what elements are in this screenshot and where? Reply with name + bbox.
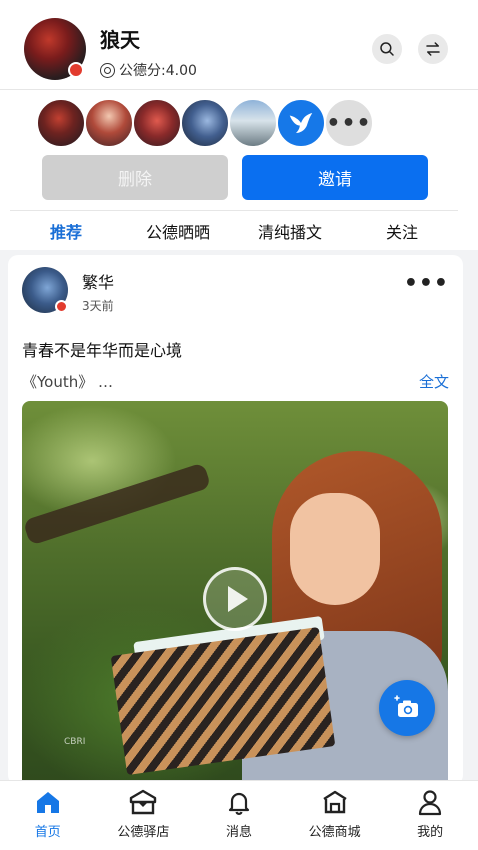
play-button[interactable] — [203, 567, 267, 631]
bell-icon — [228, 792, 250, 815]
delete-button[interactable]: 删除 — [42, 155, 228, 200]
friend-avatar[interactable] — [84, 98, 134, 148]
nav-profile[interactable]: 我的 — [382, 781, 478, 850]
media-watermark: CBRI — [64, 737, 86, 747]
invite-button[interactable]: 邀请 — [242, 155, 428, 200]
nav-mall-label: 公德商城 — [308, 825, 361, 840]
score-icon — [100, 62, 115, 78]
friend-avatar[interactable] — [132, 98, 182, 148]
camera-plus-icon — [394, 695, 418, 717]
tab-recommend[interactable]: 推荐 — [10, 211, 122, 250]
more-dots-icon: ••• — [326, 110, 372, 136]
tree-branch — [22, 462, 212, 546]
store-icon — [130, 789, 157, 815]
home-icon — [36, 792, 59, 813]
post-more-button[interactable]: ••• — [404, 273, 449, 295]
post-video[interactable]: CBRI — [22, 401, 448, 785]
nav-messages-label: 消息 — [225, 825, 252, 840]
search-button[interactable] — [372, 34, 402, 64]
switch-button[interactable] — [418, 34, 448, 64]
post-author-name[interactable]: 繁华 — [82, 269, 114, 293]
nav-messages[interactable]: 消息 — [191, 781, 287, 850]
post-camera-button[interactable] — [379, 680, 435, 736]
flag-badge-icon — [68, 62, 84, 78]
nav-profile-label: 我的 — [417, 825, 444, 840]
friend-avatar[interactable] — [180, 98, 230, 148]
full-text-link[interactable]: 全文 — [419, 371, 449, 392]
feed-tabs: 推荐 公德晒晒 清纯播文 关注 — [10, 210, 458, 250]
more-friends-button[interactable]: ••• — [324, 98, 374, 148]
photo-subject-face — [290, 493, 380, 605]
nav-store-label: 公德驿店 — [117, 825, 170, 840]
username: 狼天 — [100, 28, 140, 52]
nav-home[interactable]: 首页 — [0, 781, 96, 850]
nav-home-label: 首页 — [34, 825, 61, 840]
score-row: 公德分:4.00 — [100, 60, 197, 80]
bird-logo-icon — [289, 113, 313, 133]
friend-avatar[interactable] — [276, 98, 326, 148]
nav-mall[interactable]: 公德商城 — [287, 781, 383, 850]
nav-store[interactable]: 公德驿店 — [96, 781, 192, 850]
post-timestamp: 3天前 — [82, 299, 114, 313]
user-avatar[interactable] — [24, 18, 86, 80]
post-author-avatar[interactable] — [22, 267, 68, 313]
search-icon — [380, 42, 394, 56]
post-title: 青春不是年华而是心境 — [22, 341, 183, 360]
tab-public-share[interactable]: 公德晒晒 — [122, 211, 234, 250]
score-label: 公德分:4.00 — [119, 63, 197, 79]
friend-avatar[interactable] — [228, 98, 278, 148]
friend-avatar[interactable] — [36, 98, 86, 148]
mall-icon — [322, 790, 347, 814]
tab-following[interactable]: 关注 — [346, 211, 458, 250]
profile-header: 狼天 公德分:4.00 — [0, 0, 478, 90]
post-excerpt: 《Youth》 … — [22, 373, 114, 391]
person-icon — [419, 790, 442, 816]
swap-icon — [426, 42, 440, 56]
flag-badge-icon — [55, 300, 68, 313]
tab-pure-posts[interactable]: 清纯播文 — [234, 211, 346, 250]
bottom-navigation: 首页 公德驿店 消息 公德商城 我的 — [0, 780, 478, 850]
